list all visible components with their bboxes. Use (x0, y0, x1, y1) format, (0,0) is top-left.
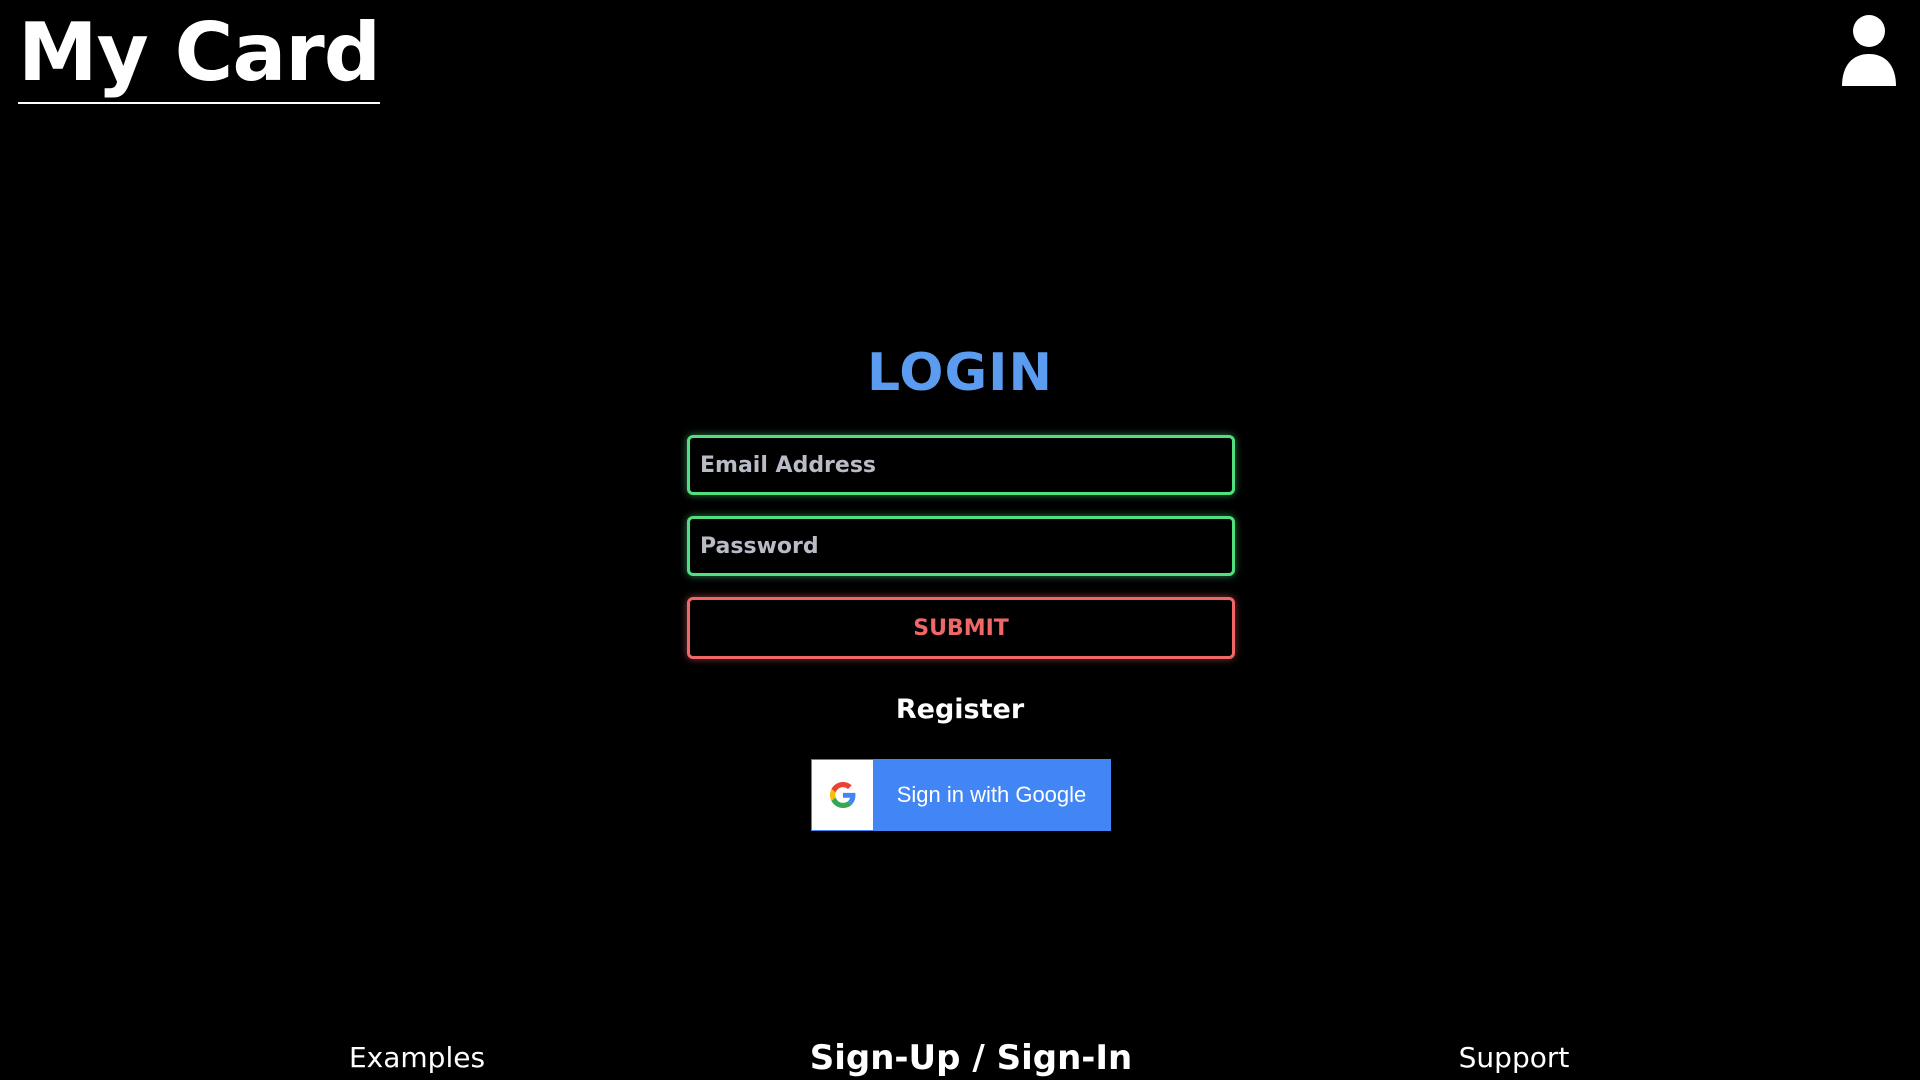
brand-logo-link[interactable]: My Card (18, 4, 381, 104)
google-sign-in-label: Sign in with Google (873, 760, 1110, 830)
email-field[interactable] (687, 435, 1235, 495)
user-icon-glyph (1842, 15, 1896, 86)
user-icon[interactable] (1840, 14, 1898, 88)
register-link[interactable]: Register (0, 688, 1920, 732)
google-logo-icon (829, 782, 855, 808)
footer-nav: Examples Sign-Up / Sign-In Support (0, 1036, 1920, 1080)
login-page: My Card LOGIN SUBMIT Register Sign in wi… (0, 0, 1920, 1080)
login-title: LOGIN (866, 343, 1054, 403)
google-logo-box (812, 760, 873, 830)
footer-link-signup-signin[interactable]: Sign-Up / Sign-In (810, 1036, 1133, 1080)
submit-button[interactable]: SUBMIT (687, 597, 1235, 659)
footer-link-examples[interactable]: Examples (349, 1036, 485, 1080)
password-field[interactable] (687, 516, 1235, 576)
google-sign-in-button[interactable]: Sign in with Google (811, 759, 1111, 831)
footer-link-support[interactable]: Support (1459, 1036, 1570, 1080)
